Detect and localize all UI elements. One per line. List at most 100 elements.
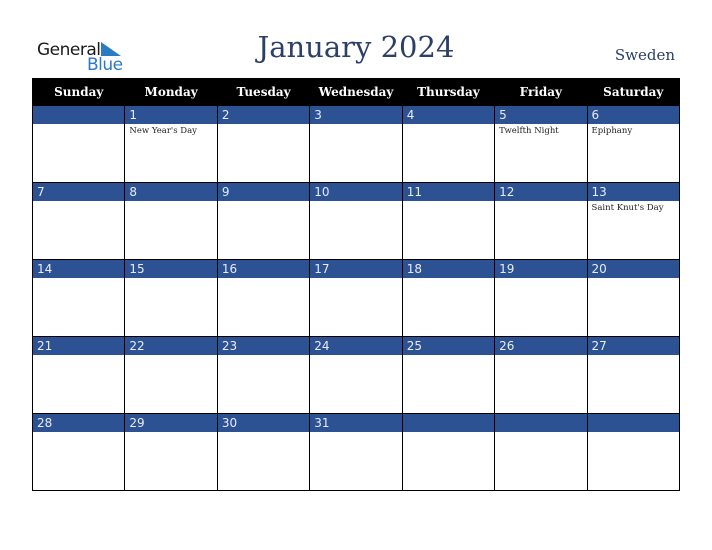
day-number [495, 414, 587, 432]
holiday-label [495, 278, 586, 282]
day-cell[interactable]: 11 [401, 182, 496, 260]
weekday-header: Saturday [586, 78, 681, 106]
holiday-label [125, 355, 216, 359]
day-number: 13 [587, 183, 679, 201]
day-cell[interactable]: 10 [309, 182, 403, 260]
day-number: 21 [33, 337, 125, 355]
day-cell[interactable]: 14 [31, 259, 126, 337]
day-number: 12 [495, 183, 587, 201]
weekday-header: Monday [124, 78, 218, 106]
day-number [33, 106, 125, 124]
day-cell[interactable]: 5 Twelfth Night [494, 105, 588, 183]
holiday-label [403, 278, 494, 282]
day-cell[interactable]: 7 [31, 182, 126, 260]
day-number: 29 [125, 414, 217, 432]
holiday-label [403, 201, 494, 205]
holiday-label [403, 432, 494, 436]
day-cell[interactable]: 6 Epiphany [586, 105, 681, 183]
day-cell[interactable]: 29 [124, 413, 218, 491]
day-number: 11 [402, 183, 495, 201]
holiday-label [218, 355, 309, 359]
day-cell[interactable]: 27 [586, 336, 681, 414]
week-row: 14 15 16 17 18 19 20 [31, 259, 681, 337]
holiday-label [33, 278, 124, 282]
day-number: 31 [310, 414, 402, 432]
holiday-label [310, 355, 401, 359]
day-cell[interactable] [586, 413, 681, 491]
day-number: 7 [33, 183, 125, 201]
day-cell[interactable] [401, 413, 496, 491]
day-number: 23 [217, 337, 310, 355]
country-label: Sweden [614, 46, 675, 64]
week-row: 21 22 23 24 25 26 27 [31, 336, 681, 414]
holiday-label [33, 432, 124, 436]
day-number: 16 [217, 260, 310, 278]
day-cell[interactable]: 31 [309, 413, 403, 491]
day-cell[interactable]: 4 [401, 105, 496, 183]
day-cell[interactable] [31, 105, 126, 183]
day-cell[interactable]: 21 [31, 336, 126, 414]
day-cell[interactable]: 22 [124, 336, 218, 414]
day-cell[interactable] [494, 413, 588, 491]
day-cell[interactable]: 8 [124, 182, 218, 260]
holiday-label [125, 432, 216, 436]
day-number: 8 [125, 183, 217, 201]
day-cell[interactable]: 19 [494, 259, 588, 337]
calendar-grid: Sunday Monday Tuesday Wednesday Thursday… [31, 78, 681, 491]
holiday-label [125, 278, 216, 282]
holiday-label [33, 201, 124, 205]
day-cell[interactable]: 16 [216, 259, 311, 337]
day-cell[interactable]: 24 [309, 336, 403, 414]
holiday-label [588, 432, 679, 436]
week-row: 7 8 9 10 11 12 13 Saint Knut's Day [31, 182, 681, 260]
holiday-label [310, 124, 401, 128]
day-cell[interactable]: 25 [401, 336, 496, 414]
day-number: 17 [310, 260, 402, 278]
day-cell[interactable]: 20 [586, 259, 681, 337]
day-cell[interactable]: 18 [401, 259, 496, 337]
day-cell[interactable]: 13 Saint Knut's Day [586, 182, 681, 260]
day-cell[interactable]: 9 [216, 182, 311, 260]
day-cell[interactable]: 3 [309, 105, 403, 183]
weekday-header: Friday [494, 78, 588, 106]
day-number: 20 [587, 260, 679, 278]
day-number: 24 [310, 337, 402, 355]
day-number [402, 414, 495, 432]
holiday-label [310, 201, 401, 205]
page-title: January 2024 [257, 30, 455, 64]
week-row: 1 New Year's Day 2 3 4 5 Twelfth Night 6 Epiphan… [31, 105, 681, 183]
day-number: 1 [125, 106, 217, 124]
day-number: 9 [217, 183, 310, 201]
day-cell[interactable]: 17 [309, 259, 403, 337]
weekday-header: Thursday [401, 78, 496, 106]
holiday-label [495, 355, 586, 359]
holiday-label [310, 278, 401, 282]
week-row: 28 29 30 31 [31, 413, 681, 491]
day-number: 19 [495, 260, 587, 278]
day-number: 18 [402, 260, 495, 278]
day-number: 3 [310, 106, 402, 124]
day-cell[interactable]: 28 [31, 413, 126, 491]
day-cell[interactable]: 30 [216, 413, 311, 491]
holiday-label: Epiphany [591, 126, 633, 136]
holiday-label [218, 278, 309, 282]
day-cell[interactable]: 23 [216, 336, 311, 414]
holiday-label [495, 432, 586, 436]
day-number: 5 [495, 106, 587, 124]
day-number: 26 [495, 337, 587, 355]
day-number: 4 [402, 106, 495, 124]
day-cell[interactable]: 12 [494, 182, 588, 260]
day-cell[interactable]: 2 [216, 105, 311, 183]
weekday-header-row: Sunday Monday Tuesday Wednesday Thursday… [31, 78, 681, 106]
day-number: 25 [402, 337, 495, 355]
day-number: 10 [310, 183, 402, 201]
day-number: 14 [33, 260, 125, 278]
holiday-label [218, 432, 309, 436]
day-cell[interactable]: 26 [494, 336, 588, 414]
day-number [587, 414, 679, 432]
day-cell[interactable]: 15 [124, 259, 218, 337]
holiday-label [218, 124, 309, 128]
day-number: 28 [33, 414, 125, 432]
day-cell[interactable]: 1 New Year's Day [124, 105, 218, 183]
holiday-label [588, 355, 679, 359]
